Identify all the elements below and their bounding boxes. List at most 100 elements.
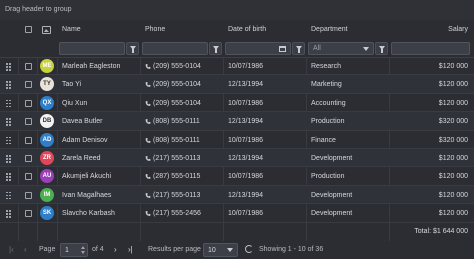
- row-checkbox[interactable]: [25, 81, 32, 89]
- cell-dob: 12/13/1994: [228, 81, 264, 89]
- cell-dob: 10/07/1986: [228, 63, 264, 70]
- drag-handle-icon[interactable]: [6, 81, 11, 89]
- table-row[interactable]: AD Adam Denisov (808) 555-0111 10/07/1986 Fi…: [0, 131, 474, 149]
- next-page-icon[interactable]: ›: [114, 245, 117, 254]
- department-filter-button[interactable]: [375, 42, 388, 55]
- cell-salary: $120 000: [438, 155, 468, 162]
- funnel-icon: [379, 46, 385, 53]
- table-row[interactable]: ME Marleah Eagleston (209) 555-0104 10/07/1…: [0, 57, 474, 76]
- cell-phone: (209) 555-0104: [153, 63, 201, 70]
- funnel-icon: [213, 46, 219, 53]
- avatar: QX: [40, 95, 54, 110]
- cell-salary: $120 000: [438, 191, 468, 199]
- last-page-icon[interactable]: ›|: [128, 245, 133, 254]
- avatar: TY: [40, 77, 54, 92]
- salary-filter-input[interactable]: [391, 42, 470, 55]
- select-all-checkbox[interactable]: [25, 26, 32, 33]
- phone-icon: [145, 118, 151, 125]
- table-row[interactable]: QX Qiu Xun (209) 555-0104 10/07/1986 Account…: [0, 94, 474, 113]
- row-checkbox[interactable]: [25, 99, 32, 107]
- spin-up-icon[interactable]: [81, 246, 85, 249]
- cell-department: Development: [311, 155, 353, 162]
- row-checkbox[interactable]: [25, 191, 32, 199]
- cell-dob: 10/07/1986: [228, 99, 264, 107]
- avatar: ME: [40, 59, 54, 73]
- summary-row: Total: $1 644 000: [0, 223, 474, 242]
- name-filter-button[interactable]: [126, 42, 139, 55]
- department-filter-select[interactable]: All: [308, 42, 374, 55]
- dob-filter-input[interactable]: [225, 42, 291, 55]
- table-row[interactable]: SK Slavcho Karbash (217) 555-2456 10/07/198…: [0, 204, 474, 223]
- results-per-page-label: Results per page: [148, 246, 201, 253]
- cell-name: Qiu Xun: [62, 99, 88, 107]
- funnel-icon: [130, 46, 136, 53]
- cell-salary: $320 000: [438, 136, 468, 144]
- cell-phone: (209) 555-0104: [153, 81, 201, 89]
- row-checkbox[interactable]: [25, 118, 32, 126]
- dob-filter-button[interactable]: [292, 42, 305, 55]
- table-row[interactable]: ZR Zarela Reed (217) 555-0113 12/13/1994 Dev…: [0, 149, 474, 168]
- cell-phone: (287) 555-0115: [153, 173, 201, 181]
- column-header-phone[interactable]: Phone: [145, 26, 165, 33]
- drag-handle-icon[interactable]: [6, 210, 11, 218]
- cell-department: Research: [311, 63, 341, 70]
- drag-handle-icon[interactable]: [6, 191, 11, 200]
- phone-filter-input[interactable]: [142, 42, 208, 55]
- column-header-salary[interactable]: Salary: [448, 26, 468, 33]
- drag-handle-icon[interactable]: [6, 99, 11, 108]
- cell-phone: (217) 555-0113: [153, 155, 201, 162]
- cell-name: Akumjeli Akuchi: [62, 173, 112, 181]
- chevron-down-icon: [363, 47, 369, 51]
- row-checkbox[interactable]: [25, 155, 32, 162]
- group-panel[interactable]: Drag header to group: [0, 0, 474, 21]
- row-checkbox[interactable]: [25, 210, 32, 218]
- row-checkbox[interactable]: [25, 63, 32, 70]
- salary-total: Total: $1 644 000: [414, 228, 468, 235]
- column-header-dob[interactable]: Date of birth: [228, 26, 266, 33]
- table-row[interactable]: TY Tao Yi (209) 555-0104 12/13/1994 Marketin…: [0, 75, 474, 94]
- column-header-department[interactable]: Department: [311, 26, 348, 33]
- cell-dob: 12/13/1994: [228, 155, 264, 162]
- name-filter-input[interactable]: [59, 42, 125, 55]
- header-row: Name Phone Date of birth Department Sala…: [0, 20, 474, 41]
- phone-icon: [145, 63, 151, 70]
- phone-icon: [145, 155, 151, 162]
- cell-salary: $120 000: [438, 81, 468, 89]
- cell-phone: (217) 555-0113: [153, 191, 201, 199]
- drag-handle-icon[interactable]: [6, 136, 11, 145]
- row-checkbox[interactable]: [25, 136, 32, 144]
- cell-name: Adam Denisov: [62, 136, 108, 144]
- first-page-icon[interactable]: |‹: [9, 245, 14, 254]
- cell-department: Accounting: [311, 99, 346, 107]
- phone-filter-button[interactable]: [209, 42, 222, 55]
- cell-name: Tao Yi: [62, 81, 82, 89]
- page-input-value: 1: [65, 247, 69, 254]
- page-input[interactable]: 1: [60, 243, 88, 257]
- drag-handle-icon[interactable]: [6, 63, 11, 71]
- cell-name: Zarela Reed: [62, 155, 101, 162]
- phone-icon: [145, 210, 151, 217]
- cell-phone: (217) 555-2456: [153, 210, 201, 218]
- cell-department: Production: [311, 173, 345, 181]
- row-checkbox[interactable]: [25, 173, 32, 181]
- drag-handle-icon[interactable]: [6, 173, 11, 181]
- cell-department: Development: [311, 191, 353, 199]
- avatar: SK: [40, 206, 54, 221]
- cell-department: Production: [311, 118, 345, 126]
- table-row[interactable]: DB Davea Butler (808) 555-0111 12/13/1994 Pr…: [0, 112, 474, 131]
- cell-dob: 10/07/1986: [228, 210, 264, 218]
- refresh-icon[interactable]: [245, 245, 253, 253]
- drag-handle-icon[interactable]: [6, 118, 11, 126]
- table-row[interactable]: IM Ivan Magalhaes (217) 555-0113 12/13/1994…: [0, 185, 474, 205]
- phone-icon: [145, 100, 151, 107]
- previous-page-icon[interactable]: ‹: [24, 245, 27, 254]
- cell-name: Davea Butler: [62, 118, 103, 126]
- table-row[interactable]: AU Akumjeli Akuchi (287) 555-0115 10/07/198…: [0, 167, 474, 186]
- avatar: ZR: [40, 151, 54, 165]
- drag-handle-icon[interactable]: [6, 155, 11, 163]
- calendar-icon[interactable]: [279, 46, 286, 52]
- column-header-name[interactable]: Name: [62, 26, 81, 33]
- results-per-page-select[interactable]: 10: [203, 243, 238, 257]
- cell-salary: $320 000: [438, 118, 468, 126]
- spin-down-icon[interactable]: [81, 251, 85, 254]
